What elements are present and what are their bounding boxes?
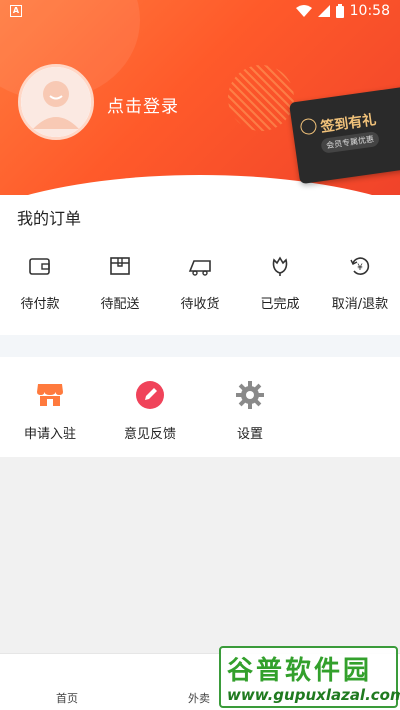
wifi-icon — [295, 5, 312, 17]
watermark-logo: 谷普软件园 www.gupuxlazal.com — [219, 646, 400, 708]
tool-label: 意见反馈 — [123, 427, 176, 442]
settings-button[interactable]: 设置 — [200, 380, 300, 442]
watermark-url: www.gupuxlazal.com — [227, 686, 400, 704]
order-pending-receipt[interactable]: 待收货 — [160, 255, 240, 312]
notification-icon: A — [10, 5, 22, 17]
feedback-button[interactable]: 意见反馈 — [100, 380, 200, 442]
status-icons: 10:58 — [295, 3, 390, 19]
tools-section: 申请入驻 意见反馈 设置 — [0, 357, 400, 457]
order-item-label: 已完成 — [260, 297, 300, 312]
tool-label: 申请入驻 — [23, 427, 76, 442]
order-pending-payment[interactable]: 待付款 — [0, 255, 80, 312]
order-cancel-refund[interactable]: ¥ 取消/退款 — [320, 255, 400, 312]
section-divider — [0, 335, 400, 357]
pencil-icon — [136, 381, 164, 409]
store-icon — [37, 384, 63, 406]
flower-icon — [272, 256, 288, 276]
sign-in-reward-card[interactable]: 签到有礼 会员专属优惠 — [289, 85, 400, 185]
order-item-label: 待收货 — [180, 297, 220, 312]
svg-text:¥: ¥ — [357, 263, 363, 273]
order-item-label: 取消/退款 — [331, 297, 389, 312]
box-icon — [110, 257, 130, 275]
user-avatar-icon — [21, 67, 91, 137]
truck-icon — [188, 260, 211, 276]
wallet-icon — [29, 258, 50, 275]
order-completed[interactable]: 已完成 — [240, 255, 320, 312]
battery-icon — [335, 4, 344, 18]
my-orders-section: 我的订单 待付款 待配送 待收货 已完成 ¥ 取消/退款 — [0, 195, 400, 335]
gift-icon — [299, 117, 318, 136]
order-item-label: 待配送 — [100, 297, 140, 312]
orders-title: 我的订单 — [17, 209, 82, 228]
nav-home[interactable]: 首页 — [56, 690, 78, 706]
watermark-brand: 谷普软件园 — [227, 656, 373, 686]
order-pending-delivery[interactable]: 待配送 — [80, 255, 160, 312]
tools-row: 申请入驻 意见反馈 设置 — [0, 380, 300, 442]
login-link[interactable]: 点击登录 — [107, 92, 179, 117]
tool-label: 设置 — [236, 427, 263, 442]
gear-icon — [236, 381, 264, 409]
nav-takeout[interactable]: 外卖 — [188, 690, 210, 706]
refund-icon: ¥ — [350, 257, 370, 275]
status-time: 10:58 — [349, 3, 390, 19]
order-status-row: 待付款 待配送 待收货 已完成 ¥ 取消/退款 — [0, 255, 400, 312]
apply-merchant-button[interactable]: 申请入驻 — [0, 380, 100, 442]
avatar[interactable] — [18, 64, 94, 140]
order-item-label: 待付款 — [20, 297, 60, 312]
signal-icon — [317, 5, 330, 17]
decorative-dots — [228, 65, 294, 131]
status-bar: A 10:58 — [0, 0, 400, 24]
